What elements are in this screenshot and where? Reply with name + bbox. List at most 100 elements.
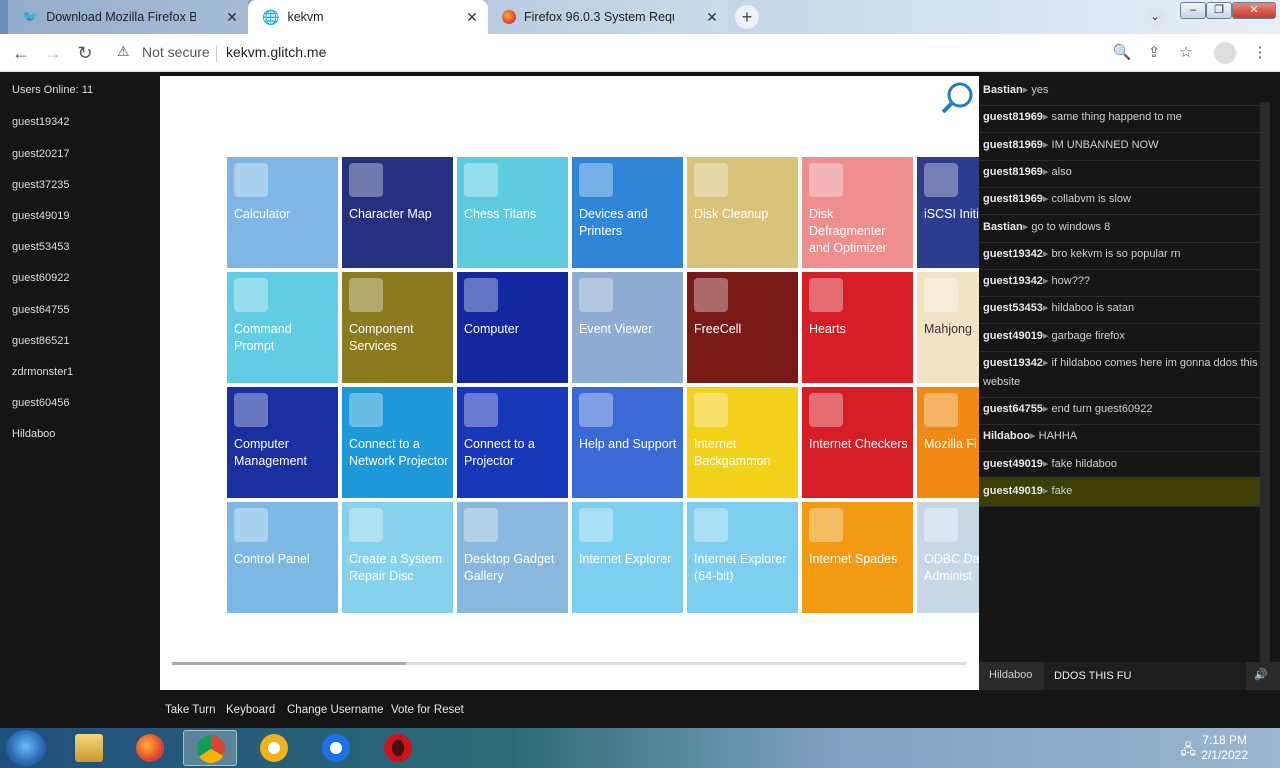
chat-scrollbar[interactable]: [1260, 102, 1270, 690]
firefox-taskbar-button[interactable]: [123, 730, 177, 766]
app-tile-label: Disk Defragmenter and Optimizer: [809, 207, 887, 255]
menu-icon[interactable]: ⋮: [1250, 43, 1270, 61]
chrome-taskbar-button[interactable]: [183, 730, 237, 766]
chat-message-user[interactable]: guest81969: [983, 193, 1043, 205]
reload-button[interactable]: ↻: [74, 42, 96, 64]
app-tile[interactable]: Computer Management: [227, 387, 338, 498]
profile-avatar[interactable]: [1214, 42, 1236, 64]
app-tile[interactable]: ODBC Da Source Administ: [917, 502, 979, 613]
close-icon[interactable]: ✕: [464, 9, 480, 25]
tab-kekvm[interactable]: 🌐 kekvm ✕: [248, 0, 488, 34]
user-item[interactable]: guest37235: [12, 179, 70, 191]
url-field[interactable]: kekvm.glitch.me: [226, 44, 326, 60]
app-taskbar-button[interactable]: [247, 730, 301, 766]
tab-firefox-download[interactable]: 🐦 Download Mozilla Firefox Beta 96 ✕: [8, 0, 248, 34]
share-icon[interactable]: ⇪: [1144, 43, 1164, 61]
user-item[interactable]: zdrmonster1: [12, 366, 73, 378]
explorer-taskbar-button[interactable]: [62, 730, 116, 766]
close-icon[interactable]: ✕: [704, 9, 720, 25]
user-item[interactable]: Hildaboo: [12, 428, 55, 440]
vm-screen[interactable]: Calculator Character Map Chess Titans Devic…: [160, 76, 979, 690]
minimize-button[interactable]: –: [1180, 2, 1206, 19]
app-tile[interactable]: Character Map: [342, 157, 453, 268]
take-turn-button[interactable]: Take Turn: [165, 704, 216, 716]
user-item[interactable]: guest86521: [12, 335, 70, 347]
app-icon: [809, 508, 843, 542]
app-icon: [234, 278, 268, 312]
app-tile[interactable]: Mozilla Fi: [917, 387, 979, 498]
chat-message-user[interactable]: guest53453: [983, 302, 1043, 314]
chat-message-user[interactable]: guest81969: [983, 139, 1043, 151]
app-tile[interactable]: iSCSI Initi: [917, 157, 979, 268]
network-icon[interactable]: 🖧: [1180, 739, 1196, 763]
zoom-icon[interactable]: 🔍: [1112, 43, 1132, 61]
chat-message-user[interactable]: Bastian: [983, 221, 1023, 233]
user-item[interactable]: guest49019: [12, 210, 70, 222]
vote-reset-button[interactable]: Vote for Reset: [391, 704, 464, 716]
opera-taskbar-button[interactable]: [371, 730, 425, 766]
app-tile[interactable]: Event Viewer: [572, 272, 683, 383]
app-tile[interactable]: Help and Support: [572, 387, 683, 498]
tab-search-button[interactable]: ⌄: [1144, 7, 1166, 27]
forward-button[interactable]: →: [42, 42, 64, 64]
chat-message-user[interactable]: guest81969: [983, 166, 1043, 178]
app-tile[interactable]: Internet Explorer: [572, 502, 683, 613]
app-tile[interactable]: FreeCell: [687, 272, 798, 383]
close-icon[interactable]: ✕: [224, 9, 240, 25]
app-tile[interactable]: Internet Spades: [802, 502, 913, 613]
chat-message-user[interactable]: Bastian: [983, 84, 1023, 96]
user-item[interactable]: guest19342: [12, 116, 70, 128]
app-taskbar-button[interactable]: [309, 730, 363, 766]
speaker-icon[interactable]: 🔊: [1254, 668, 1268, 681]
user-item[interactable]: guest53453: [12, 241, 70, 253]
chat-message-user[interactable]: guest81969: [983, 111, 1043, 123]
app-tile[interactable]: Command Prompt: [227, 272, 338, 383]
search-icon[interactable]: [940, 80, 976, 116]
new-tab-button[interactable]: +: [735, 5, 759, 29]
chat-message-user[interactable]: guest49019: [983, 485, 1043, 497]
star-icon[interactable]: ☆: [1176, 43, 1196, 61]
chat-message-user[interactable]: guest49019: [983, 330, 1043, 342]
app-tile-label: FreeCell: [694, 322, 742, 336]
maximize-button[interactable]: ❐: [1206, 2, 1232, 19]
chat-message-user[interactable]: guest19342: [983, 357, 1043, 369]
keyboard-button[interactable]: Keyboard: [226, 704, 275, 716]
chat-message-user[interactable]: guest64755: [983, 403, 1043, 415]
user-item[interactable]: guest64755: [12, 304, 70, 316]
app-tile[interactable]: Internet Checkers: [802, 387, 913, 498]
app-tile[interactable]: Component Services: [342, 272, 453, 383]
start-button[interactable]: [6, 730, 46, 766]
app-tile[interactable]: Mahjong: [917, 272, 979, 383]
app-icon: [234, 163, 268, 197]
tab-firefox-requirements[interactable]: Firefox 96.0.3 System Requiremen ✕: [488, 0, 728, 34]
chat-message-user[interactable]: guest19342: [983, 275, 1043, 287]
user-item[interactable]: guest60922: [12, 272, 70, 284]
chat-message-user[interactable]: Hildaboo: [983, 430, 1030, 442]
window-close-button[interactable]: ✕: [1232, 2, 1276, 19]
app-tile[interactable]: Hearts: [802, 272, 913, 383]
chat-message-user[interactable]: guest49019: [983, 458, 1043, 470]
back-button[interactable]: ←: [10, 42, 32, 64]
app-tile[interactable]: Calculator: [227, 157, 338, 268]
app-tile[interactable]: Computer: [457, 272, 568, 383]
app-tile[interactable]: Create a System Repair Disc: [342, 502, 453, 613]
app-tile[interactable]: Internet Backgammon: [687, 387, 798, 498]
app-tile[interactable]: Disk Defragmenter and Optimizer: [802, 157, 913, 268]
app-tile[interactable]: Connect to a Projector: [457, 387, 568, 498]
security-label[interactable]: Not secure: [142, 44, 210, 60]
app-tile[interactable]: Disk Cleanup: [687, 157, 798, 268]
user-item[interactable]: guest20217: [12, 148, 70, 160]
change-username-button[interactable]: Change Username: [287, 704, 384, 716]
system-clock[interactable]: 7:18 PM 2/1/2022: [1201, 733, 1248, 763]
horizontal-scrollbar[interactable]: [172, 662, 966, 665]
app-tile[interactable]: Connect to a Network Projector: [342, 387, 453, 498]
app-tile[interactable]: Chess Titans: [457, 157, 568, 268]
app-tile[interactable]: Control Panel: [227, 502, 338, 613]
app-tile[interactable]: Desktop Gadget Gallery: [457, 502, 568, 613]
chat-message-user[interactable]: guest19342: [983, 248, 1043, 260]
scrollbar-thumb[interactable]: [172, 662, 406, 665]
app-tile[interactable]: Internet Explorer (64-bit): [687, 502, 798, 613]
chat-input[interactable]: DDOS THIS FU: [1044, 662, 1246, 690]
user-item[interactable]: guest60456: [12, 397, 70, 409]
app-tile[interactable]: Devices and Printers: [572, 157, 683, 268]
